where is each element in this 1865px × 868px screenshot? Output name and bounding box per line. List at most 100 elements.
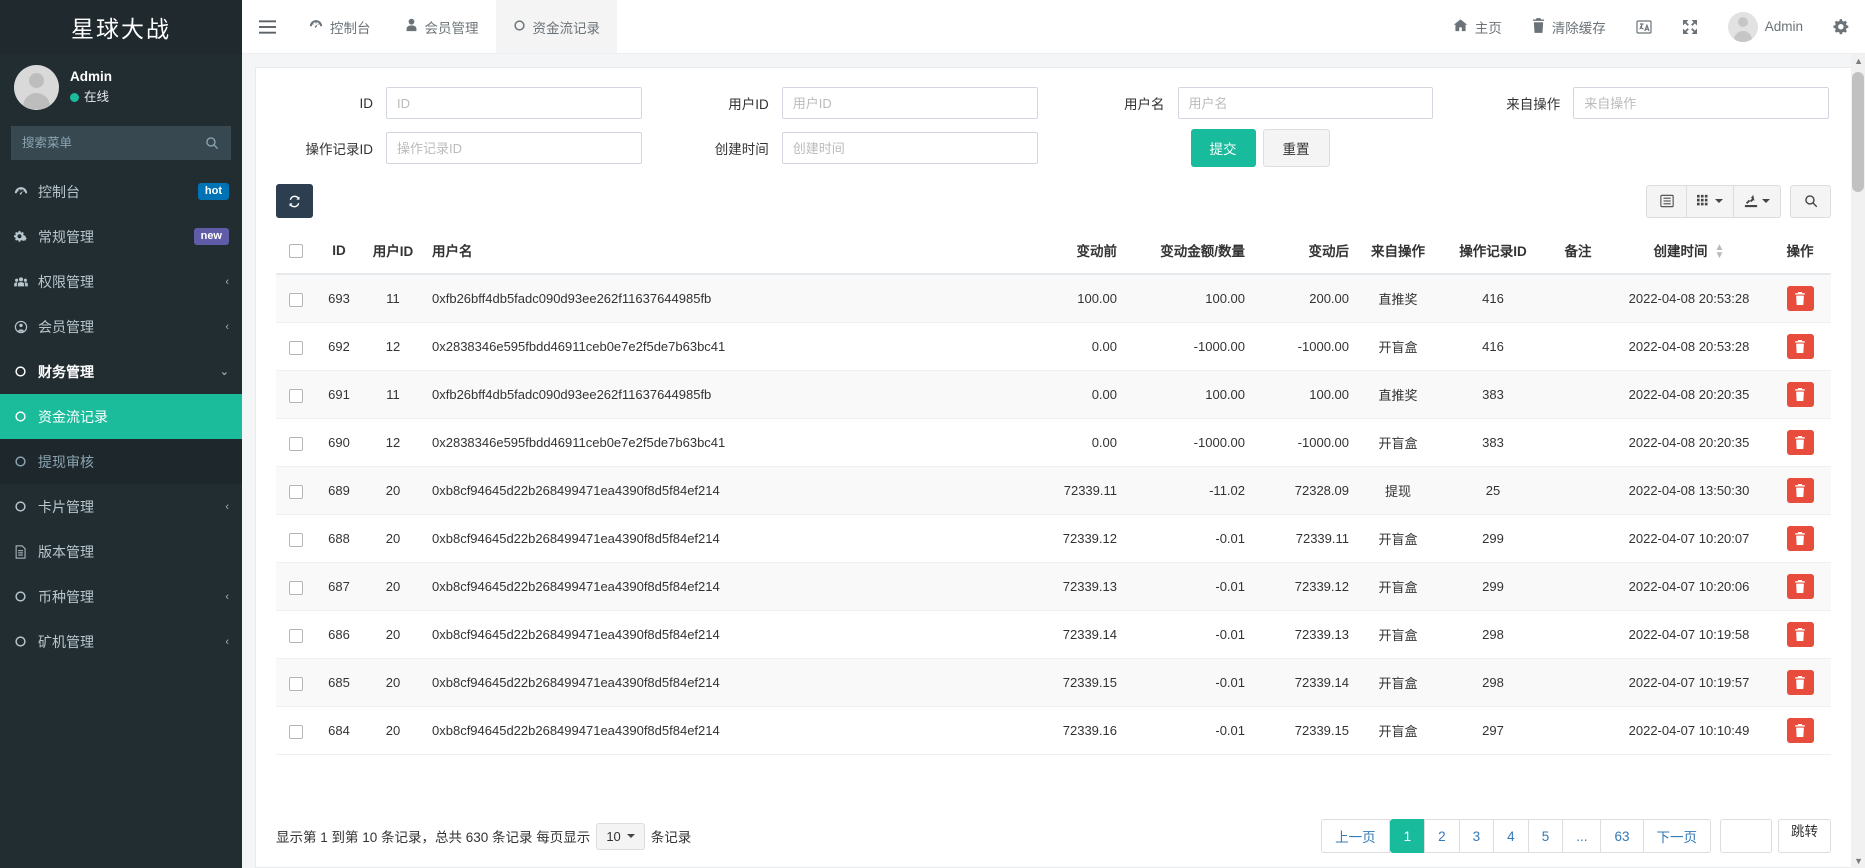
sidebar-item-1[interactable]: 常规管理 new: [0, 214, 242, 259]
scroll-down-icon[interactable]: ▼: [1854, 856, 1863, 866]
refresh-button[interactable]: [276, 184, 313, 218]
col-amount[interactable]: 变动金额/数量: [1125, 227, 1253, 276]
navbar-user[interactable]: Admin: [1713, 0, 1818, 53]
pagination-page-63[interactable]: 63: [1600, 819, 1644, 853]
delete-row-button[interactable]: [1786, 670, 1814, 696]
export-icon[interactable]: [1733, 184, 1781, 218]
row-checkbox[interactable]: [289, 436, 303, 451]
cell-before: 72339.15: [1021, 658, 1125, 708]
table-row[interactable]: 689 20 0xb8cf94645d22b268499471ea4390f8d5f…: [276, 466, 1831, 516]
delete-row-button[interactable]: [1786, 430, 1814, 456]
table-row[interactable]: 688 20 0xb8cf94645d22b268499471ea4390f8d5f…: [276, 514, 1831, 564]
page-scrollbar[interactable]: ▲ ▼: [1851, 54, 1865, 868]
delete-row-button[interactable]: [1786, 574, 1814, 600]
pagination-jump-button[interactable]: 跳转: [1778, 819, 1831, 853]
cell-after: 72339.12: [1253, 562, 1357, 612]
scrollbar-thumb[interactable]: [1852, 72, 1864, 192]
op-record-id-input[interactable]: [386, 132, 642, 164]
table-row[interactable]: 686 20 0xb8cf94645d22b268499471ea4390f8d5f…: [276, 610, 1831, 660]
search-icon[interactable]: [194, 136, 230, 150]
pagination-page-1[interactable]: 1: [1389, 819, 1426, 853]
detail-view-icon[interactable]: [1646, 184, 1687, 218]
from-operation-input[interactable]: [1573, 87, 1829, 119]
col-user-id[interactable]: 用户ID: [362, 227, 424, 276]
delete-row-button[interactable]: [1786, 334, 1814, 360]
table-row[interactable]: 690 12 0x2838346e595fbdd46911ceb0e7e2f5de7…: [276, 418, 1831, 468]
pagination-jump-input[interactable]: [1720, 819, 1772, 853]
row-checkbox[interactable]: [289, 676, 303, 691]
id-input[interactable]: [386, 87, 642, 119]
select-all-checkbox[interactable]: [289, 243, 303, 258]
sidebar-item-7[interactable]: 卡片管理 ‹: [0, 484, 242, 529]
row-checkbox[interactable]: [289, 388, 303, 403]
fullscreen-icon[interactable]: [1667, 0, 1713, 53]
table-row[interactable]: 693 11 0xfb26bff4db5fadc090d93ee262f116376…: [276, 274, 1831, 324]
table-row[interactable]: 687 20 0xb8cf94645d22b268499471ea4390f8d5f…: [276, 562, 1831, 612]
page-size-select[interactable]: 10: [596, 822, 645, 850]
username-input[interactable]: [1177, 87, 1434, 119]
sidebar-search[interactable]: [11, 126, 231, 160]
row-checkbox[interactable]: [289, 340, 303, 355]
col-before[interactable]: 变动前: [1021, 227, 1125, 276]
sidebar-item-4[interactable]: 财务管理 ⌄: [0, 349, 242, 394]
sidebar-item-3[interactable]: 会员管理 ‹: [0, 304, 242, 349]
nav-tab-0[interactable]: 控制台: [292, 0, 388, 53]
delete-row-button[interactable]: [1786, 526, 1814, 552]
delete-row-button[interactable]: [1786, 382, 1814, 408]
table-row[interactable]: 691 11 0xfb26bff4db5fadc090d93ee262f116376…: [276, 370, 1831, 420]
scroll-up-icon[interactable]: ▲: [1854, 56, 1863, 66]
pagination-page-...[interactable]: ...: [1562, 819, 1602, 853]
cell-action: [1769, 370, 1831, 420]
sidebar-item-8[interactable]: 版本管理: [0, 529, 242, 574]
pagination-page-4[interactable]: 4: [1493, 819, 1529, 853]
row-checkbox[interactable]: [289, 724, 303, 739]
pagination-next-button[interactable]: 下一页: [1642, 819, 1711, 853]
nav-link-clear-cache[interactable]: 清除缓存: [1517, 0, 1621, 53]
col-created-time[interactable]: 创建时间 ▲ ▼: [1609, 227, 1769, 276]
delete-row-button[interactable]: [1786, 622, 1814, 648]
nav-tab-label: 会员管理: [424, 20, 479, 36]
language-icon[interactable]: [1621, 0, 1667, 53]
search-menu-input[interactable]: [12, 136, 194, 150]
sidebar-item-9[interactable]: 币种管理 ‹: [0, 574, 242, 619]
gear-icon[interactable]: [1818, 0, 1865, 53]
col-remark[interactable]: 备注: [1547, 227, 1609, 276]
sidebar-item-5[interactable]: 资金流记录: [0, 394, 242, 439]
reset-button[interactable]: 重置: [1262, 129, 1330, 167]
sidebar-item-2[interactable]: 权限管理 ‹: [0, 259, 242, 304]
row-checkbox[interactable]: [289, 628, 303, 643]
search-icon[interactable]: [1790, 184, 1831, 218]
sidebar-item-10[interactable]: 矿机管理 ‹: [0, 619, 242, 664]
select-all-header: [276, 227, 316, 276]
delete-row-button[interactable]: [1786, 478, 1814, 504]
pagination-page-3[interactable]: 3: [1458, 819, 1495, 853]
nav-link-home[interactable]: 主页: [1438, 0, 1517, 53]
col-after[interactable]: 变动后: [1253, 227, 1357, 276]
row-checkbox[interactable]: [289, 580, 303, 595]
col-id[interactable]: ID: [316, 227, 362, 276]
row-checkbox[interactable]: [289, 484, 303, 499]
col-from-operation[interactable]: 来自操作: [1357, 227, 1439, 276]
nav-tab-1[interactable]: 会员管理: [388, 0, 496, 53]
pagination-prev-button[interactable]: 上一页: [1321, 819, 1390, 853]
menu-toggle-button[interactable]: [242, 0, 292, 53]
col-username[interactable]: 用户名: [424, 227, 1021, 276]
submit-button[interactable]: 提交: [1190, 129, 1256, 167]
pagination-page-2[interactable]: 2: [1424, 819, 1460, 853]
cell-amount: -1000.00: [1125, 322, 1253, 372]
delete-row-button[interactable]: [1786, 718, 1814, 744]
columns-grid-icon[interactable]: [1686, 184, 1734, 218]
sidebar-item-0[interactable]: 控制台 hot: [0, 169, 242, 214]
table-row[interactable]: 684 20 0xb8cf94645d22b268499471ea4390f8d5f…: [276, 706, 1831, 756]
table-row[interactable]: 692 12 0x2838346e595fbdd46911ceb0e7e2f5de7…: [276, 322, 1831, 372]
nav-tab-2[interactable]: 资金流记录: [495, 0, 617, 53]
row-checkbox[interactable]: [289, 292, 303, 307]
pagination-page-5[interactable]: 5: [1527, 819, 1564, 853]
row-checkbox[interactable]: [289, 532, 303, 547]
created-time-input[interactable]: [781, 132, 1038, 164]
table-row[interactable]: 685 20 0xb8cf94645d22b268499471ea4390f8d5f…: [276, 658, 1831, 708]
delete-row-button[interactable]: [1786, 286, 1814, 312]
user-id-input[interactable]: [781, 87, 1038, 119]
col-op-record-id[interactable]: 操作记录ID: [1439, 227, 1547, 276]
sidebar-item-6[interactable]: 提现审核: [0, 439, 242, 484]
